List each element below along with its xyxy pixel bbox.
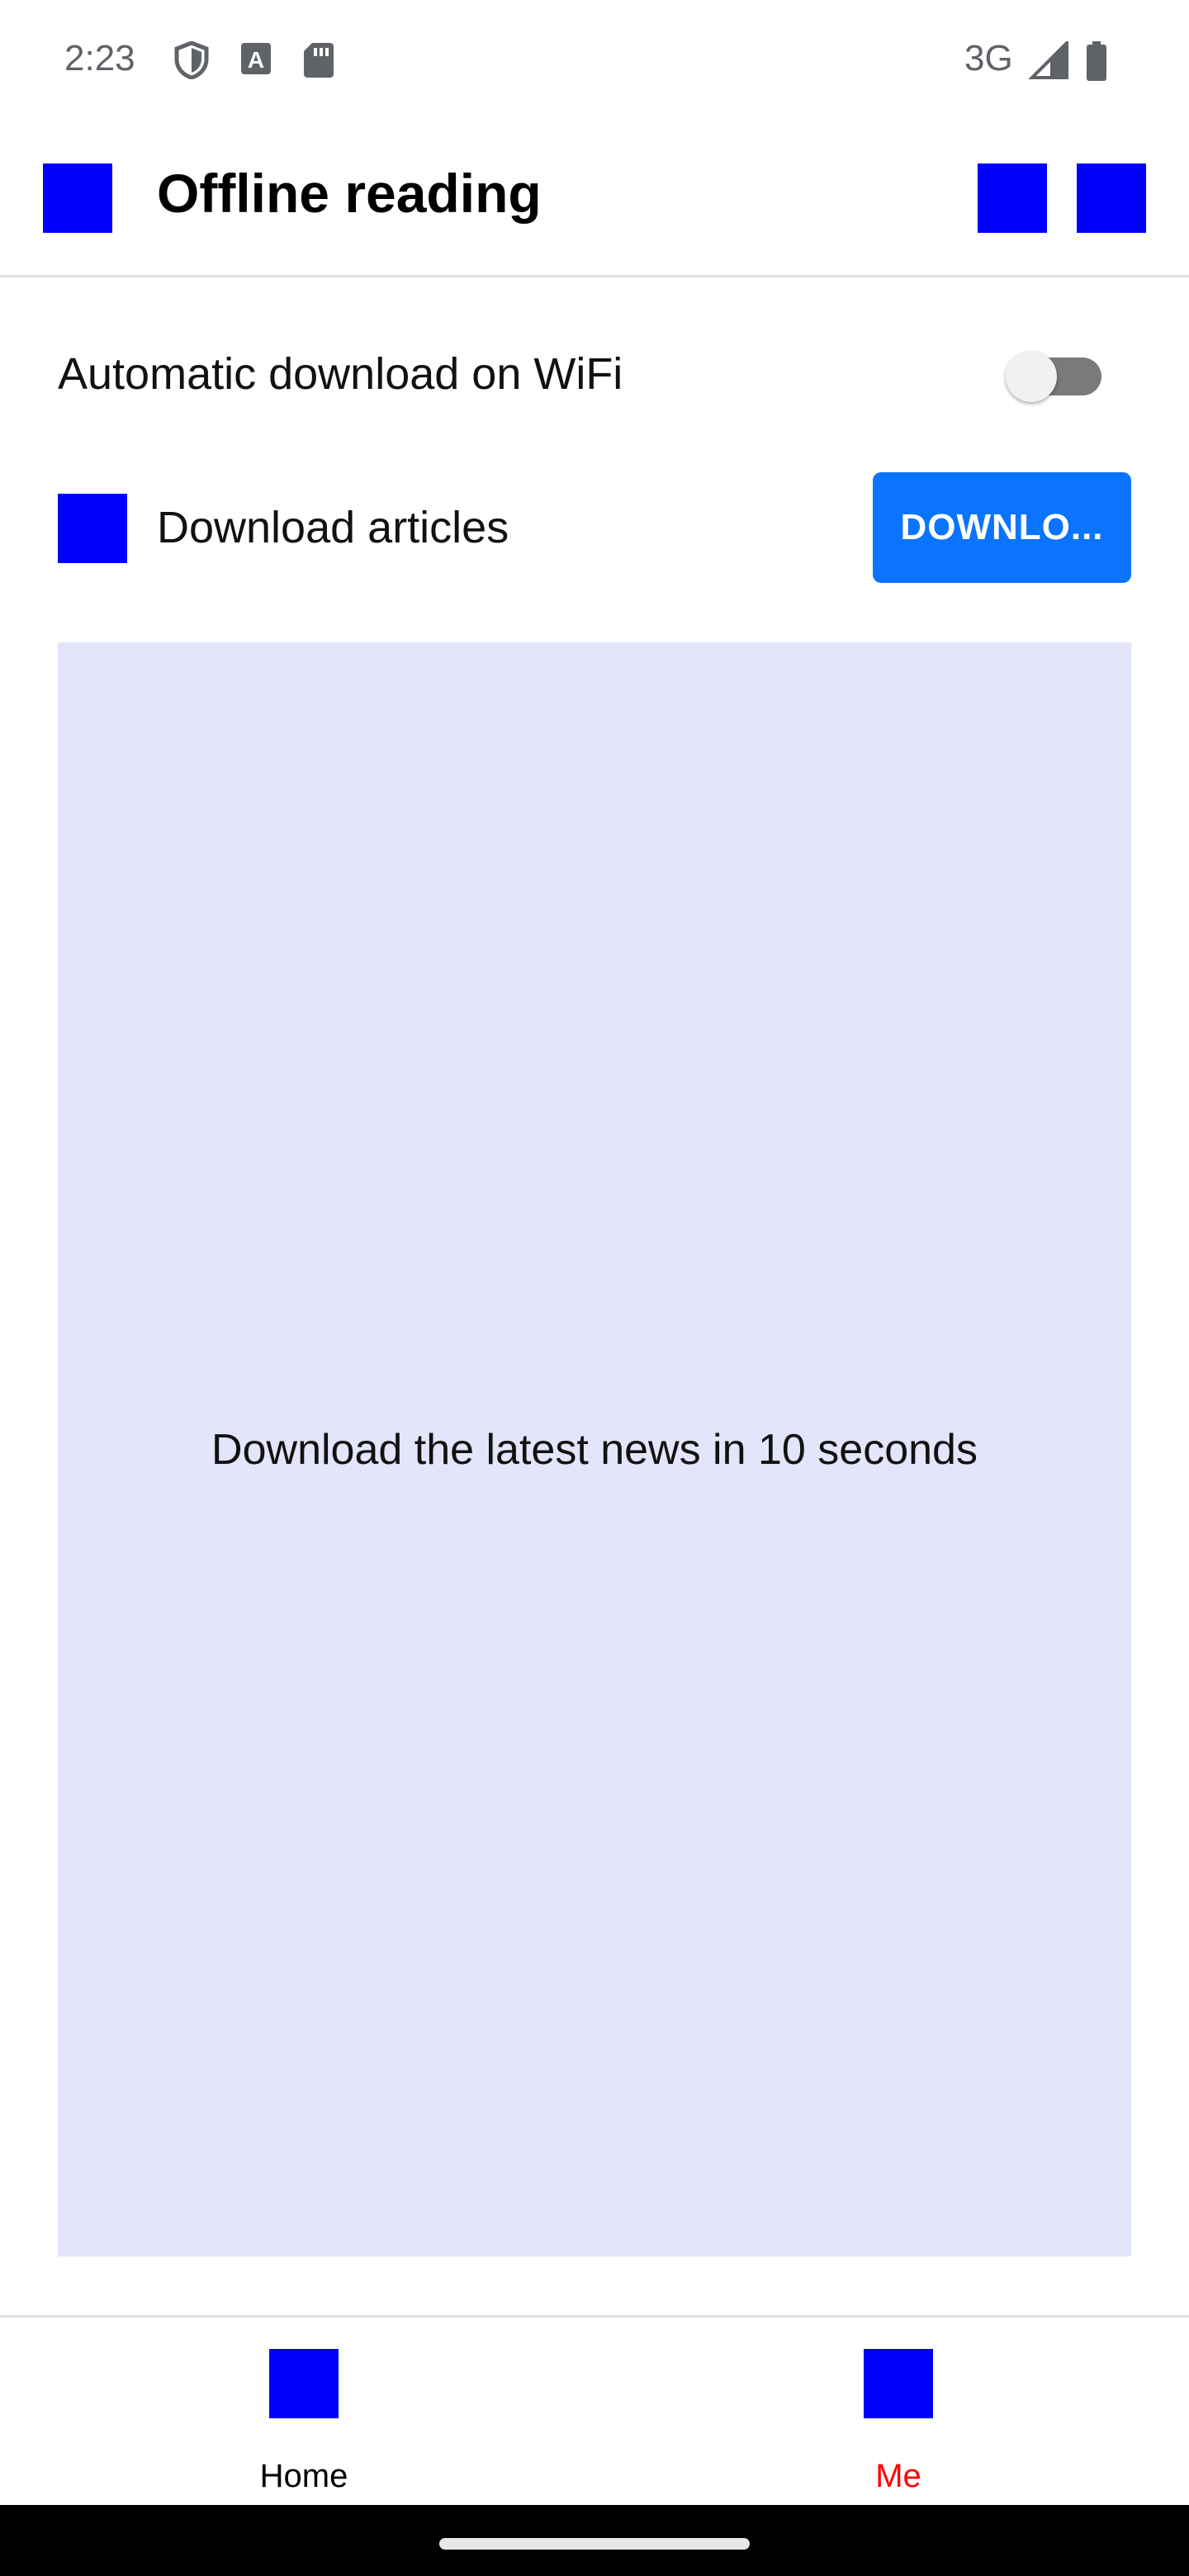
- gesture-bar: [0, 2505, 1189, 2576]
- home-icon[interactable]: [269, 2349, 339, 2418]
- download-articles-icon: [58, 494, 127, 563]
- bottom-nav: Home Me: [0, 2315, 1189, 2505]
- app-bar-action-icon-1[interactable]: [978, 163, 1047, 233]
- page-title: Offline reading: [157, 163, 542, 224]
- screen: 2:23 A 3G Offline reading Automatic down…: [0, 0, 1189, 2576]
- status-time: 2:23: [64, 38, 135, 78]
- sd-card-icon: [304, 43, 334, 78]
- app-bar: Offline reading: [0, 116, 1189, 277]
- network-type-label: 3G: [964, 38, 1013, 78]
- me-icon[interactable]: [864, 2349, 933, 2418]
- battery-icon: [1087, 41, 1106, 81]
- shield-icon: [174, 41, 209, 79]
- nav-home-label[interactable]: Home: [260, 2458, 348, 2495]
- status-bar: 2:23 A 3G: [0, 0, 1189, 116]
- home-gesture-handle[interactable]: [439, 2538, 750, 2550]
- app-bar-nav-icon[interactable]: [43, 163, 112, 233]
- signal-icon: [1029, 41, 1068, 79]
- nav-me-label[interactable]: Me: [875, 2458, 921, 2495]
- auto-download-toggle[interactable]: [1006, 351, 1057, 402]
- info-panel: Download the latest news in 10 seconds: [58, 642, 1131, 2256]
- auto-download-label: Automatic download on WiFi: [58, 349, 623, 399]
- info-panel-text: Download the latest news in 10 seconds: [211, 1425, 978, 1474]
- font-a-icon: A: [241, 43, 271, 74]
- download-articles-label: Download articles: [157, 503, 509, 552]
- svg-text:A: A: [248, 47, 264, 73]
- app-bar-action-icon-2[interactable]: [1077, 163, 1146, 233]
- download-button[interactable]: DOWNLO...: [873, 472, 1131, 583]
